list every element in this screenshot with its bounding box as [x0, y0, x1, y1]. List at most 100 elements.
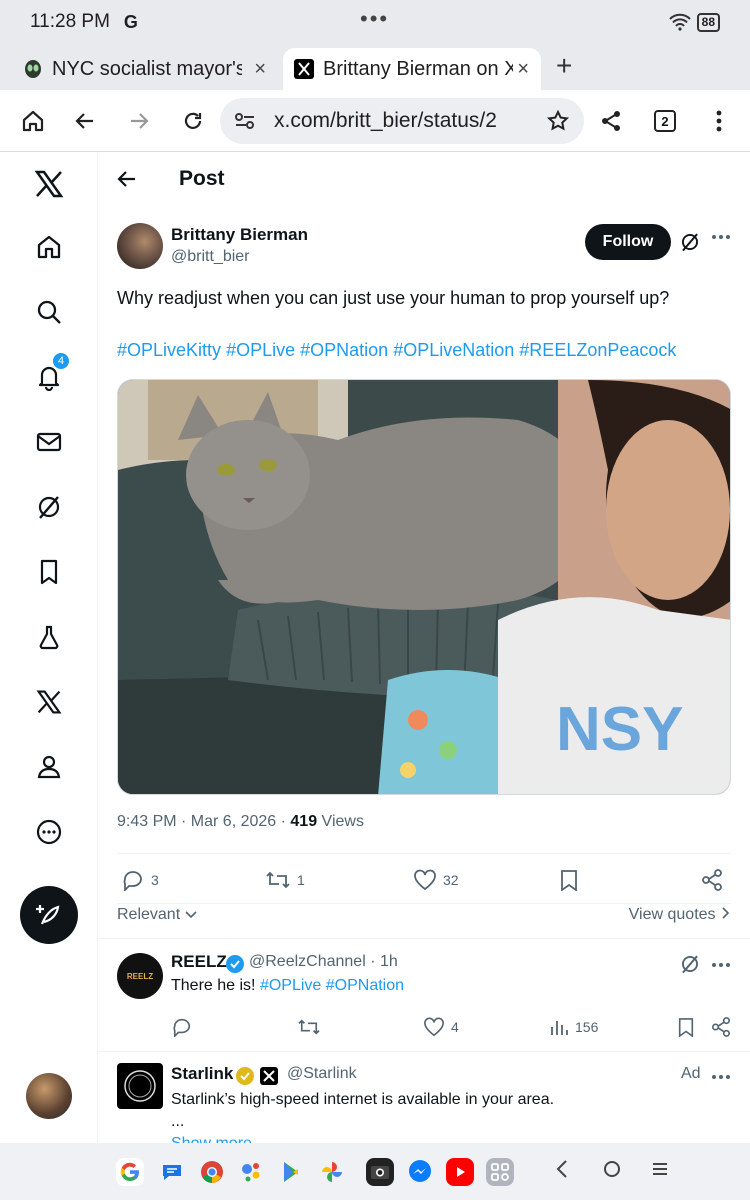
url-bar[interactable]: x.com/britt_bier/status/2: [220, 98, 584, 144]
author-name[interactable]: Brittany Bierman: [171, 225, 308, 245]
app-drawer-icon[interactable]: [486, 1158, 514, 1186]
window-handle-dots[interactable]: •••: [360, 6, 389, 32]
site-settings-icon[interactable]: [234, 111, 256, 131]
reply-repost-button[interactable]: [297, 1017, 321, 1037]
photos-app-icon[interactable]: [318, 1158, 346, 1186]
post-timestamp[interactable]: 9:43 PM · Mar 6, 2026 ·: [117, 813, 290, 830]
view-quotes-label: View quotes: [628, 906, 716, 923]
reply-text: There he is! #OPLive #OPNation: [171, 977, 404, 995]
forward-arrow-icon[interactable]: [124, 106, 154, 136]
tab-switcher-button[interactable]: 2: [650, 106, 680, 136]
repost-button[interactable]: 1: [265, 869, 305, 891]
chrome-app-icon[interactable]: [198, 1158, 226, 1186]
chevron-down-icon: [185, 911, 197, 919]
share-nodes-icon: [712, 1017, 730, 1037]
reply-author-name[interactable]: REELZ: [171, 952, 227, 972]
status-time: 11:28 PM: [30, 11, 110, 32]
page-title: Post: [179, 167, 225, 190]
browser-tab-2[interactable]: Brittany Bierman on X ×: [283, 48, 541, 90]
overflow-menu-icon[interactable]: [704, 106, 734, 136]
compose-post-button[interactable]: [20, 886, 78, 944]
reply-reply-button[interactable]: [171, 1017, 193, 1037]
author-handle[interactable]: @britt_bier: [171, 248, 250, 266]
url-text[interactable]: x.com/britt_bier/status/2: [274, 109, 524, 133]
view-quotes-link[interactable]: View quotes: [629, 906, 730, 924]
messages-envelope-icon[interactable]: [30, 423, 68, 461]
system-recents-button[interactable]: [648, 1157, 672, 1187]
hashtag-link[interactable]: #OPNation: [300, 340, 388, 360]
views-count: 419: [290, 813, 318, 830]
reload-icon[interactable]: [178, 106, 208, 136]
notifications-bell-icon[interactable]: 4: [30, 352, 70, 396]
reply-hashtags[interactable]: #OPLive #OPNation: [260, 977, 404, 994]
system-home-button[interactable]: [600, 1157, 624, 1187]
like-button[interactable]: 32: [413, 869, 459, 891]
play-store-app-icon[interactable]: [278, 1158, 306, 1186]
browser-toolbar: x.com/britt_bier/status/2 2: [0, 90, 750, 152]
google-status-icon: G: [123, 11, 138, 32]
reply-views-button[interactable]: 156: [549, 1017, 598, 1037]
more-circle-icon[interactable]: [30, 813, 68, 851]
repost-icon: [298, 1019, 320, 1035]
reply-author-handle[interactable]: @ReelzChannel · 1h: [249, 953, 398, 971]
reply-more-icon[interactable]: [711, 955, 731, 980]
home-nav-icon[interactable]: [30, 228, 68, 266]
messages-app-icon[interactable]: [158, 1158, 186, 1186]
new-tab-button[interactable]: +: [556, 50, 572, 82]
gold-verified-badge-icon: [235, 1066, 255, 1091]
camera-app-icon[interactable]: [366, 1158, 394, 1186]
google-app-icon[interactable]: [116, 1158, 144, 1186]
ad-author-handle[interactable]: @Starlink: [287, 1065, 357, 1083]
show-more-link[interactable]: Show more: [171, 1135, 252, 1143]
assistant-app-icon[interactable]: [238, 1158, 266, 1186]
heart-icon: [424, 1017, 444, 1037]
ad-author-name[interactable]: Starlink: [171, 1064, 233, 1084]
profile-icon[interactable]: [30, 748, 68, 786]
reply-bookmark-button[interactable]: [677, 1017, 695, 1037]
hashtag-link[interactable]: #OPLiveNation: [393, 340, 514, 360]
hashtag-link[interactable]: #OPLive: [226, 340, 295, 360]
ad-more-icon[interactable]: [711, 1067, 731, 1092]
post-more-icon[interactable]: [711, 227, 731, 253]
hashtag-link[interactable]: #OPLiveKitty: [117, 340, 221, 360]
bookmark-star-icon[interactable]: [546, 109, 570, 138]
reply-button[interactable]: 3: [121, 869, 159, 891]
grok-icon[interactable]: [30, 488, 68, 526]
system-dock: [0, 1143, 750, 1200]
tab-2-close-icon[interactable]: ×: [517, 58, 529, 81]
share-nodes-icon: [702, 869, 722, 891]
premium-x-icon[interactable]: [30, 683, 68, 721]
author-avatar[interactable]: [117, 223, 163, 269]
back-arrow-icon[interactable]: [70, 106, 100, 136]
bookmark-button[interactable]: [559, 869, 579, 891]
reply-like-button[interactable]: 4: [423, 1017, 459, 1037]
starlink-avatar[interactable]: [117, 1063, 163, 1109]
reply-post[interactable]: REELZ REELZ @ReelzChannel · 1h There he …: [99, 949, 750, 1049]
share-icon[interactable]: [596, 106, 626, 136]
browser-tab-1[interactable]: NYC socialist mayor's ×: [22, 48, 278, 90]
youtube-app-icon[interactable]: [446, 1158, 474, 1186]
reply-share-button[interactable]: [711, 1017, 731, 1037]
sort-replies-dropdown[interactable]: Relevant: [117, 906, 197, 924]
home-icon[interactable]: [18, 106, 48, 136]
labs-flask-icon[interactable]: [30, 618, 68, 656]
follow-button[interactable]: Follow: [585, 224, 671, 260]
system-back-button[interactable]: [552, 1157, 572, 1187]
grok-explain-icon[interactable]: [679, 231, 701, 258]
tab-1-close-icon[interactable]: ×: [254, 58, 266, 81]
back-arrow-icon[interactable]: [115, 167, 139, 196]
post-photo-cat-on-shoulder[interactable]: NSY: [117, 379, 731, 795]
hashtag-link[interactable]: #REELZonPeacock: [519, 340, 676, 360]
bookmarks-icon[interactable]: [30, 553, 68, 591]
search-icon[interactable]: [30, 293, 68, 331]
x-logo-icon[interactable]: [30, 165, 68, 203]
grok-explain-icon[interactable]: [679, 953, 701, 980]
reelz-avatar[interactable]: REELZ: [117, 953, 163, 999]
share-post-button[interactable]: [701, 869, 723, 891]
repost-count: 1: [297, 872, 305, 888]
heart-icon: [414, 869, 436, 891]
x-favicon-icon: [293, 58, 315, 80]
account-avatar[interactable]: [26, 1073, 72, 1119]
messenger-app-icon[interactable]: [406, 1158, 434, 1186]
promoted-post[interactable]: Starlink @Starlink Ad Starlink’s high-sp…: [99, 1061, 750, 1143]
